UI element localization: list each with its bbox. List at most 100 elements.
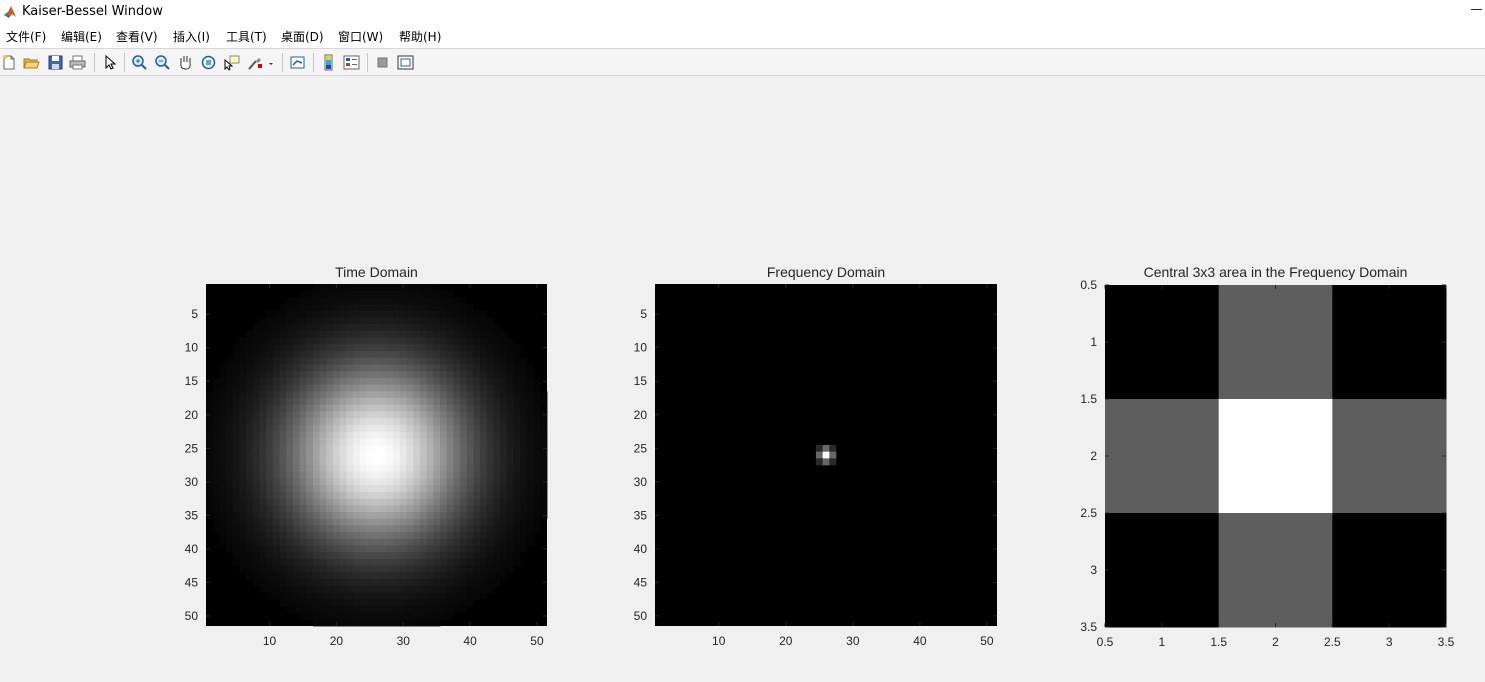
time-domain-pixel [259,438,267,446]
time-domain-pixel [526,398,535,406]
time-domain-pixel [259,391,267,399]
time-domain-pixel [480,404,488,412]
time-domain-pixel [292,344,301,352]
time-domain-pixel [319,438,327,446]
time-domain-pixel [333,605,341,613]
central-area-y-tick-label: 1 [1090,335,1097,349]
time-domain-pixel [440,599,448,607]
time-domain-pixel [399,404,407,412]
time-domain-pixel [373,451,381,459]
time-domain-pixel [326,498,334,506]
time-domain-pixel [419,444,428,453]
time-domain-pixel [292,324,301,332]
time-domain-pixel [212,424,220,432]
time-domain-pixel [346,330,354,339]
time-domain-pixel [393,377,401,385]
time-domain-pixel [440,525,448,533]
time-domain-pixel [272,398,280,406]
time-domain-pixel [306,304,314,312]
time-domain-pixel [226,451,234,459]
time-domain-pixel [346,357,354,365]
time-domain-pixel [486,404,494,412]
time-domain-pixel [226,431,234,439]
time-domain-pixel [266,451,274,459]
time-domain-pixel [453,324,461,332]
time-domain-pixel [279,384,287,392]
time-domain-pixel [419,337,428,345]
time-domain-pixel [433,411,441,419]
time-domain-pixel [259,538,267,546]
time-domain-pixel [299,398,307,406]
time-domain-pixel [533,478,541,486]
time-domain-pixel [473,357,481,365]
time-domain-pixel [419,498,428,506]
time-domain-pixel [419,438,428,446]
time-domain-pixel [226,545,234,553]
time-domain-pixel [206,424,214,432]
time-domain-pixel [346,384,354,392]
time-domain-pixel [486,532,494,540]
time-domain-pixel [533,465,541,473]
time-domain-pixel [326,337,334,345]
time-domain-pixel [319,579,327,587]
time-domain-pixel [333,444,341,453]
time-domain-pixel [533,451,541,459]
time-domain-pixel [299,458,307,466]
time-domain-pixel [279,444,287,453]
time-domain-pixel [426,518,434,526]
time-domain-pixel [333,384,341,392]
time-domain-pixel [413,451,421,459]
time-domain-pixel [239,337,247,345]
time-domain-pixel [252,471,260,479]
time-domain-pixel [359,498,367,506]
time-domain-pixel [346,605,354,613]
time-domain-pixel [493,478,501,486]
time-domain-pixel [252,538,260,546]
time-domain-pixel [460,471,468,479]
time-domain-pixel [279,304,287,312]
time-domain-pixel [366,418,374,426]
time-domain-pixel [393,512,401,520]
time-domain-pixel [433,485,441,493]
time-domain-pixel [533,438,541,446]
time-domain-pixel [466,344,474,352]
time-domain-pixel [333,371,341,379]
time-domain-pixel [440,612,448,620]
frequency-domain-pixel [815,444,823,452]
time-domain-pixel [413,545,421,553]
time-domain-pixel [413,505,421,513]
time-domain-pixel [359,411,367,419]
time-domain-pixel [312,585,321,593]
time-domain-pixel [306,297,314,305]
time-domain-pixel [453,532,461,540]
time-domain-pixel [366,411,374,419]
time-domain-pixel [353,465,361,473]
time-domain-pixel [406,458,414,466]
time-domain-pixel [333,545,341,553]
time-domain-pixel [440,330,448,339]
time-domain-pixel [359,599,367,607]
time-domain-pixel [272,525,280,533]
time-domain-pixel [366,592,374,600]
time-domain-pixel [312,512,321,520]
time-domain-pixel [312,444,321,453]
time-domain-pixel [219,377,227,385]
time-domain-pixel [460,391,468,399]
time-domain-pixel [393,424,401,432]
central-area-x-tick-label: 2 [1272,635,1279,649]
time-domain-pixel [493,458,501,466]
time-domain-pixel [279,512,287,520]
time-domain-pixel [480,411,488,419]
time-domain-pixel [219,384,227,392]
time-domain-pixel [279,324,287,332]
time-domain-pixel [326,297,334,305]
time-domain-pixel [506,404,514,412]
time-domain-pixel [406,451,414,459]
time-domain-pixel [506,512,514,520]
time-domain-pixel [333,565,341,573]
time-domain-pixel [473,377,481,385]
time-domain-pixel [526,391,535,399]
time-domain-pixel [339,284,347,292]
time-domain-pixel [386,471,394,479]
time-domain-pixel [239,471,247,479]
